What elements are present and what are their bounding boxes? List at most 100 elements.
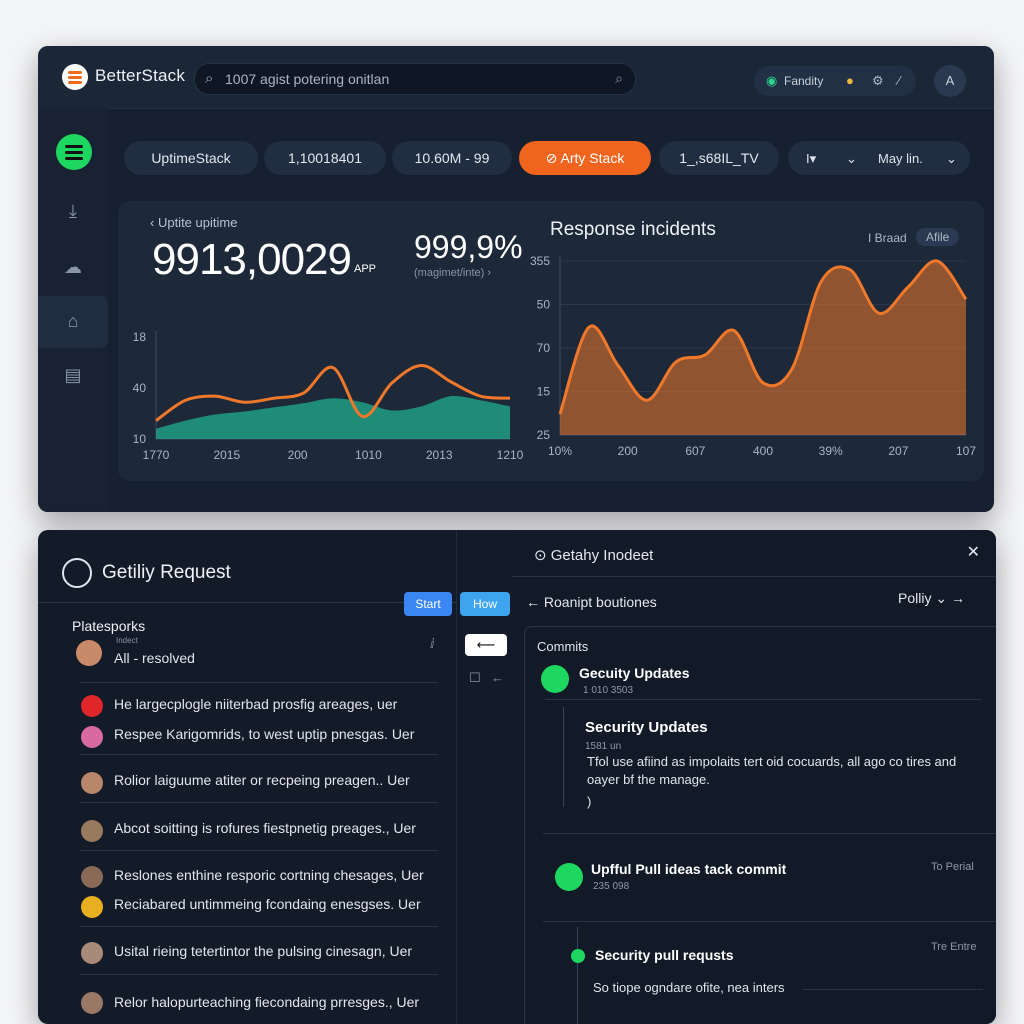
x-tick-label: 607 (685, 444, 705, 458)
divider (545, 699, 981, 700)
avatar (81, 866, 103, 888)
requests-title: Getiliy Request (102, 562, 231, 584)
x-tick-label: 200 (618, 444, 638, 458)
chevron-down-icon[interactable]: ⌄ (946, 151, 957, 167)
commit-body: So tiope ogndare ofite, nea inters (593, 980, 785, 995)
avatar (81, 695, 103, 717)
notification-icon[interactable]: ● (846, 73, 854, 88)
commit-title[interactable]: Gecuity Updates (579, 665, 689, 681)
list-item[interactable]: He largecplogle niiterbad prosfig areage… (114, 696, 397, 712)
stat-pill-tv[interactable]: 1_,s68IL_TV (659, 141, 779, 175)
back-arrow-button[interactable]: ⟵ (465, 634, 507, 656)
y-tick-label: 25 (537, 428, 551, 442)
divider (80, 926, 438, 927)
response-legend-a[interactable]: I Braad (868, 231, 907, 245)
series-area (156, 395, 510, 439)
x-tick-label: 207 (888, 444, 908, 458)
x-tick-label: 2015 (213, 448, 240, 462)
user-icon (62, 558, 92, 588)
small-label: Indect (116, 636, 138, 645)
dropdown-label: May lin. (878, 151, 923, 166)
commit-meta: 1 010 3503 (583, 685, 634, 696)
commit-title[interactable]: Security pull requsts (595, 947, 733, 963)
x-tick-label: 107 (956, 444, 976, 458)
commit-title[interactable]: Security Updates (585, 719, 708, 736)
header-status-pill[interactable]: ◉ Fandity ● ⚙ ∕ (754, 66, 916, 96)
status-filter[interactable]: All - resolved (114, 650, 195, 666)
x-tick-label: 200 (288, 448, 308, 462)
thread-line (563, 707, 564, 807)
divider (80, 754, 438, 755)
stat-pill-range[interactable]: 10.60M - 99 (392, 141, 512, 175)
avatar (81, 942, 103, 964)
document-icon[interactable]: ▤ (60, 362, 86, 388)
commit-title[interactable]: Upfful Pull ideas tack commit (591, 861, 786, 877)
list-item[interactable]: Reciabared untimmeing fcondaing enesgses… (114, 896, 421, 912)
platform-label: Platesporks (72, 618, 146, 634)
list-item[interactable]: Reslones enthine resporic cortning chesa… (114, 867, 424, 883)
uptime-chart: 18 40 10 1770 2015 200 1010 2013 1210 (133, 330, 524, 462)
incident-subtitle[interactable]: ← Roanipt boutiones (526, 594, 657, 610)
divider (543, 833, 996, 834)
search-input[interactable]: ⌕ 1007 agist potering onitlan ⌕ (194, 63, 636, 95)
avatar (555, 863, 583, 891)
avatar (81, 896, 103, 918)
user-avatar-button[interactable]: A (934, 65, 966, 97)
arrow-right-icon[interactable]: → (951, 590, 965, 606)
list-item[interactable]: Usital rieing tetertintor the pulsing ci… (114, 943, 412, 959)
date-dropdown[interactable]: I▾ ⌄ May lin. ⌄ (788, 141, 970, 175)
download-icon[interactable]: ⤓ (60, 198, 86, 224)
chevron-right-icon[interactable]: › (487, 267, 491, 279)
filter-icon[interactable]: I▾ (806, 151, 816, 167)
list-item[interactable]: Relor halopurteaching fiecondaing prresg… (114, 994, 419, 1010)
divider (80, 850, 438, 851)
response-legend-b[interactable]: Afile (916, 228, 960, 246)
app-logo-icon[interactable] (56, 134, 92, 170)
x-tick-label: 1010 (355, 448, 382, 462)
brand-name: BetterStack (95, 66, 186, 85)
chevron-down-icon[interactable]: ⌄ (846, 151, 857, 167)
list-item[interactable]: Respee Karigomrids, to west uptip pnesga… (114, 726, 414, 742)
uptime-label: ‹ Uptite upitime (150, 215, 237, 230)
search-icon: ⌕ (205, 70, 214, 87)
y-tick-label: 10 (133, 432, 147, 446)
y-tick-label: 50 (537, 298, 551, 312)
betterstack-logo-icon (62, 64, 88, 90)
stat-pill-uptimestack[interactable]: UptimeStack (124, 141, 258, 175)
chevron-left-icon[interactable]: ‹ (150, 215, 158, 230)
edit-icon[interactable]: ∕ (898, 73, 900, 88)
close-icon[interactable]: ✕ (967, 542, 980, 562)
checkbox-icon[interactable]: ☐ (469, 670, 481, 686)
start-button[interactable]: Start (404, 592, 452, 616)
search-submit-icon[interactable]: ⌕ (615, 70, 623, 87)
stat-pill-arty-label: Arty Stack (560, 150, 625, 166)
thread-line (577, 927, 578, 1024)
avatar (571, 949, 585, 963)
avatar (81, 820, 103, 842)
x-tick-label: 39% (819, 444, 843, 458)
x-tick-label: 1210 (497, 448, 524, 462)
arrow-left-icon[interactable]: ← (526, 594, 544, 610)
policy-dropdown[interactable]: Polliy ⌄ → (898, 590, 965, 607)
list-item[interactable]: Rolior laiguume atiter or recpeing preag… (114, 772, 410, 788)
status-dot-icon: ◉ (766, 73, 778, 88)
how-button[interactable]: How (460, 592, 510, 616)
divider (543, 921, 996, 922)
building-icon[interactable]: ⌂ (60, 308, 86, 334)
commit-body-close: ) (587, 794, 592, 809)
response-chart: 355 50 70 15 25 10% 200 607 400 39% 207 107 (530, 254, 976, 458)
divider (80, 974, 438, 975)
sort-icon[interactable]: ⅈ (430, 636, 435, 652)
y-tick-label: 18 (133, 330, 147, 344)
arrow-left-icon[interactable]: ← (491, 670, 504, 685)
avatar (76, 640, 102, 666)
list-item[interactable]: Abcot soitting is rofures fiestpnetig pr… (114, 820, 416, 836)
stat-pill-arty-stack[interactable]: ⊘ Arty Stack (519, 141, 651, 175)
stat-pill-count[interactable]: 1,10018401 (264, 141, 386, 175)
divider (80, 802, 438, 803)
y-tick-label: 355 (530, 254, 550, 268)
y-tick-label: 15 (537, 385, 551, 399)
cloud-icon[interactable]: ☁ (60, 254, 86, 280)
dashboard-panel: BetterStack ⌕ 1007 agist potering onitla… (38, 46, 994, 512)
settings-icon[interactable]: ⚙ (872, 73, 884, 89)
